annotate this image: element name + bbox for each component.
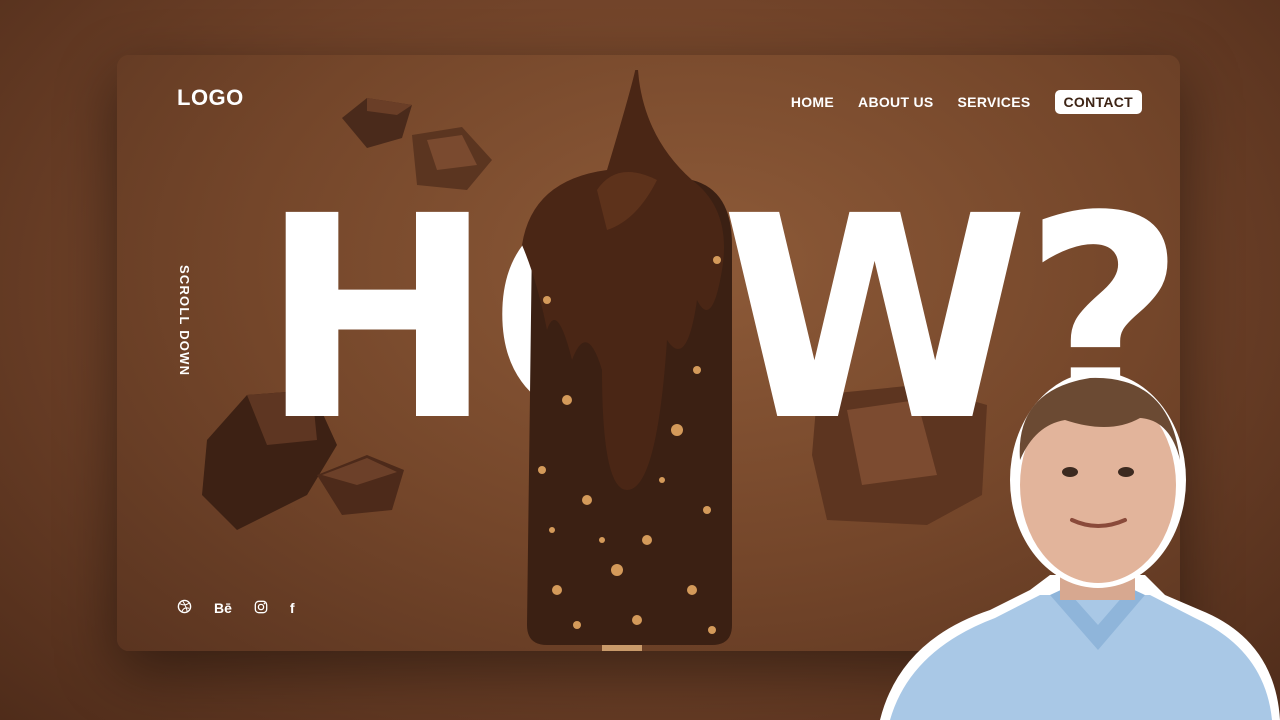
facebook-icon[interactable]: f bbox=[290, 600, 295, 616]
nav-services[interactable]: SERVICES bbox=[958, 94, 1031, 110]
nav-contact-button[interactable]: CONTACT bbox=[1054, 90, 1142, 114]
instagram-icon[interactable] bbox=[254, 600, 268, 617]
chocolate-popsicle-image bbox=[522, 70, 732, 651]
chocolate-chunk bbox=[342, 98, 412, 148]
main-nav: HOME ABOUT US SERVICES CONTACT bbox=[791, 90, 1142, 114]
nav-about-us[interactable]: ABOUT US bbox=[858, 94, 934, 110]
social-links: Bē f bbox=[177, 599, 295, 617]
dribbble-icon[interactable] bbox=[177, 599, 192, 617]
logo[interactable]: LOGO bbox=[177, 85, 244, 111]
scroll-down-label[interactable]: SCROLL DOWN bbox=[177, 265, 192, 376]
nav-home[interactable]: HOME bbox=[791, 94, 834, 110]
behance-icon[interactable]: Bē bbox=[214, 600, 232, 616]
presenter-photo bbox=[880, 372, 1280, 720]
